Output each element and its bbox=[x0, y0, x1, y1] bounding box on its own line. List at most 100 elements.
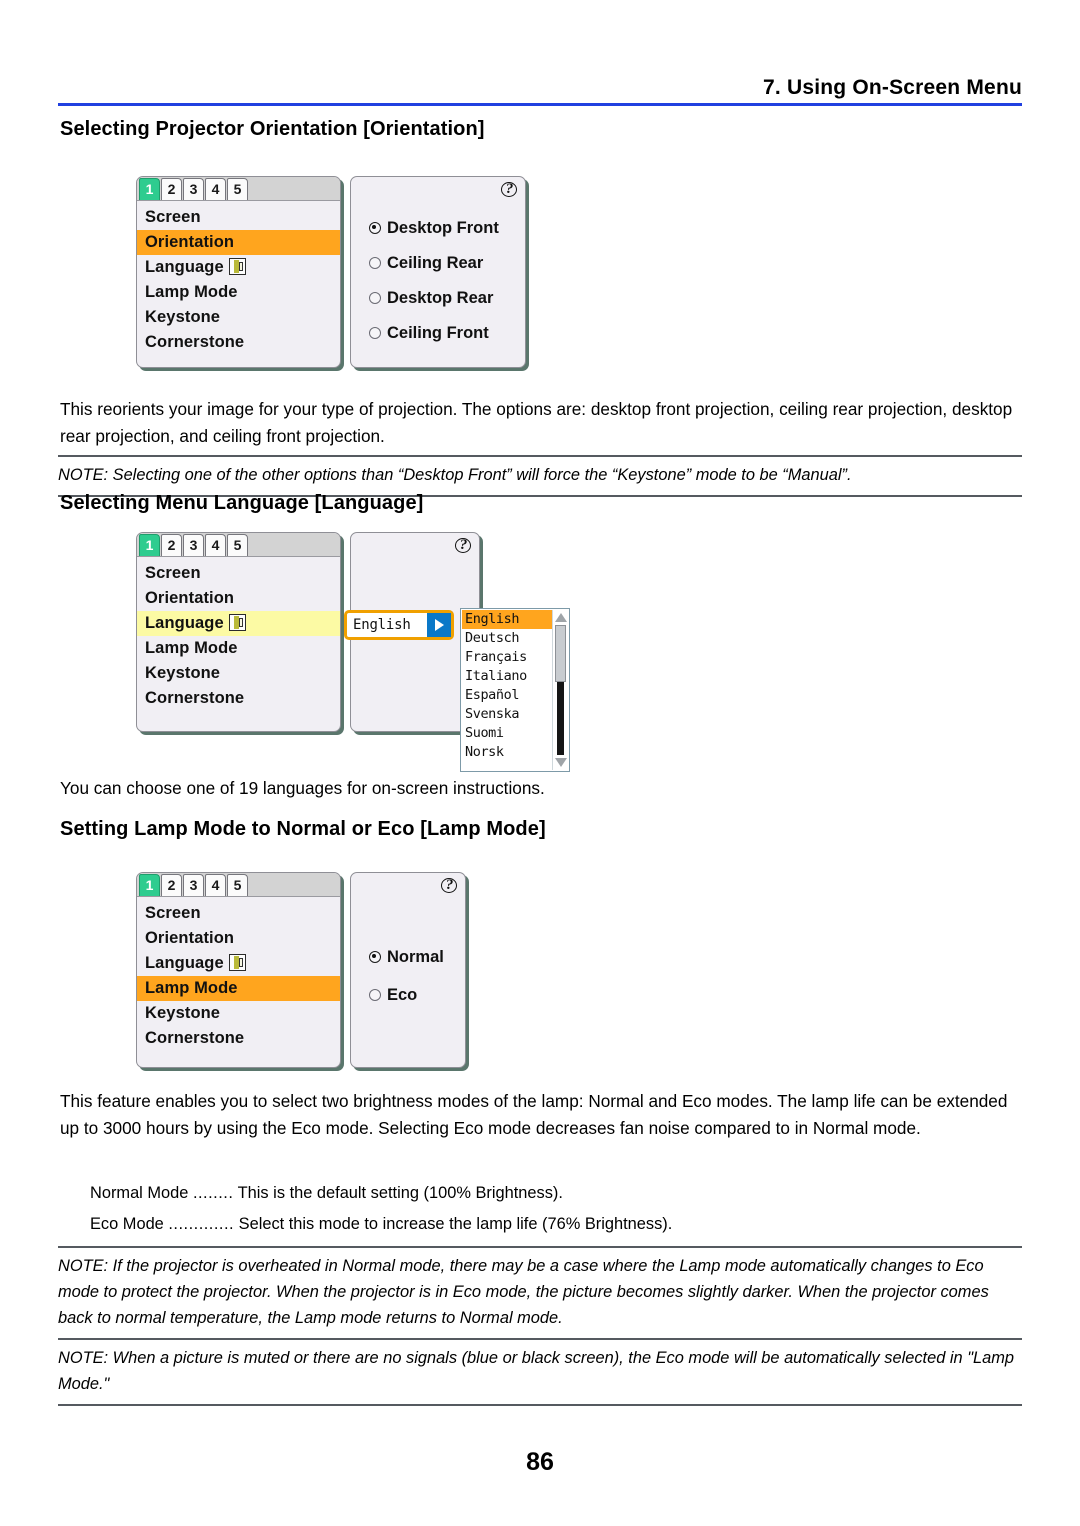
lamp-mode-dots-eco: ............. bbox=[168, 1215, 235, 1233]
osd-menu-item-screen[interactable]: Screen bbox=[137, 205, 340, 230]
help-icon[interactable]: ? bbox=[455, 537, 472, 554]
note-orientation: NOTE: Selecting one of the other options… bbox=[58, 455, 1022, 497]
paragraph-lamp-mode: This feature enables you to select two b… bbox=[60, 1091, 1008, 1138]
help-icon[interactable]: ? bbox=[501, 181, 518, 198]
language-option-english[interactable]: English bbox=[462, 610, 552, 629]
scrollbar-thumb[interactable] bbox=[555, 625, 566, 682]
osd-tab-3[interactable]: 3 bbox=[183, 874, 204, 896]
radio-label-ceiling-rear: Ceiling Rear bbox=[387, 254, 484, 272]
scroll-up-arrow-icon[interactable] bbox=[554, 611, 567, 624]
radio-option-eco[interactable]: Eco bbox=[369, 986, 417, 1004]
osd-menu-list-language: Screen Orientation Language Lamp Mode Ke… bbox=[137, 557, 340, 717]
language-combo-box[interactable]: English bbox=[344, 610, 454, 640]
section-heading-lamp-mode: Setting Lamp Mode to Normal or Eco [Lamp… bbox=[60, 818, 546, 840]
osd-tab-2[interactable]: 2 bbox=[161, 534, 182, 556]
osd-tabstrip-language: 1 2 3 4 5 bbox=[137, 533, 340, 557]
radio-icon-ceiling-rear bbox=[369, 257, 381, 269]
osd-options-panel-lamp: ? Normal Eco bbox=[350, 872, 466, 1068]
osd-menu-item-cornerstone[interactable]: Cornerstone bbox=[137, 686, 340, 711]
osd-menu-panel: 1 2 3 4 5 Screen Orientation Language La… bbox=[136, 176, 341, 368]
radio-option-ceiling-front[interactable]: Ceiling Front bbox=[369, 324, 489, 342]
lamp-mode-definition-list: Normal Mode ........ This is the default… bbox=[90, 1178, 990, 1240]
osd-menu-list: Screen Orientation Language Lamp Mode Ke… bbox=[137, 201, 340, 361]
osd-tabstrip-lamp: 1 2 3 4 5 bbox=[137, 873, 340, 897]
section-heading-language: Selecting Menu Language [Language] bbox=[60, 492, 424, 514]
manual-page: 7. Using On-Screen Menu Selecting Projec… bbox=[0, 0, 1080, 1526]
radio-icon-desktop-rear bbox=[369, 292, 381, 304]
radio-option-normal[interactable]: Normal bbox=[369, 948, 444, 966]
combo-arrow-right-icon[interactable] bbox=[427, 613, 451, 637]
language-option-suomi[interactable]: Suomi bbox=[462, 724, 552, 743]
osd-widget-lamp-mode: 1 2 3 4 5 Screen Orientation Language La… bbox=[136, 872, 466, 1068]
osd-tab-2[interactable]: 2 bbox=[161, 874, 182, 896]
radio-label-desktop-rear: Desktop Rear bbox=[387, 289, 494, 307]
language-option-norsk[interactable]: Norsk bbox=[462, 743, 552, 762]
language-dropdown-list[interactable]: English Deutsch Français Italiano Españo… bbox=[460, 608, 570, 772]
lamp-mode-desc-eco: Select this mode to increase the lamp li… bbox=[238, 1215, 673, 1233]
radio-option-desktop-front[interactable]: Desktop Front bbox=[369, 219, 499, 237]
osd-tab-4[interactable]: 4 bbox=[205, 534, 226, 556]
osd-menu-item-keystone[interactable]: Keystone bbox=[137, 1001, 340, 1026]
osd-tab-1[interactable]: 1 bbox=[139, 178, 160, 200]
help-icon-glyph: ? bbox=[505, 181, 514, 197]
radio-label-eco: Eco bbox=[387, 986, 418, 1004]
scroll-down-arrow-icon[interactable] bbox=[554, 756, 567, 769]
radio-option-ceiling-rear[interactable]: Ceiling Rear bbox=[369, 254, 483, 272]
osd-options-panel-orientation: ? Desktop Front Ceiling Rear Desktop Rea… bbox=[350, 176, 526, 368]
osd-tab-2[interactable]: 2 bbox=[161, 178, 182, 200]
language-list-scrollbar[interactable] bbox=[552, 610, 568, 770]
radio-icon-desktop-front bbox=[369, 222, 381, 234]
language-option-espanol[interactable]: Español bbox=[462, 686, 552, 705]
language-flag-icon bbox=[228, 258, 246, 275]
header-title: 7. Using On-Screen Menu bbox=[763, 76, 1022, 99]
section-heading-orientation: Selecting Projector Orientation [Orienta… bbox=[60, 118, 485, 140]
osd-menu-item-language-label: Language bbox=[145, 954, 224, 972]
radio-label-desktop-front: Desktop Front bbox=[387, 219, 499, 237]
language-option-deutsch[interactable]: Deutsch bbox=[462, 629, 552, 648]
osd-tab-3[interactable]: 3 bbox=[183, 534, 204, 556]
osd-tab-1[interactable]: 1 bbox=[139, 874, 160, 896]
osd-menu-item-lamp-mode[interactable]: Lamp Mode bbox=[137, 976, 340, 1001]
osd-tab-3[interactable]: 3 bbox=[183, 178, 204, 200]
osd-tab-1[interactable]: 1 bbox=[139, 534, 160, 556]
osd-menu-item-language[interactable]: Language bbox=[137, 255, 340, 280]
osd-menu-item-language[interactable]: Language bbox=[137, 611, 340, 636]
osd-menu-panel-language: 1 2 3 4 5 Screen Orientation Language La… bbox=[136, 532, 341, 732]
help-icon-glyph: ? bbox=[445, 877, 454, 893]
lamp-mode-dots-normal: ........ bbox=[192, 1184, 234, 1202]
radio-option-desktop-rear[interactable]: Desktop Rear bbox=[369, 289, 493, 307]
language-option-italiano[interactable]: Italiano bbox=[462, 667, 552, 686]
osd-menu-item-screen[interactable]: Screen bbox=[137, 561, 340, 586]
language-dropdown-items: English Deutsch Français Italiano Españo… bbox=[462, 610, 552, 770]
osd-menu-item-cornerstone[interactable]: Cornerstone bbox=[137, 330, 340, 355]
osd-menu-item-screen[interactable]: Screen bbox=[137, 901, 340, 926]
paragraph-orientation: This reorients your image for your type … bbox=[60, 399, 1013, 446]
osd-menu-item-keystone[interactable]: Keystone bbox=[137, 661, 340, 686]
osd-tab-5[interactable]: 5 bbox=[227, 534, 248, 556]
lamp-mode-label-eco: Eco Mode bbox=[90, 1215, 164, 1233]
osd-tab-4[interactable]: 4 bbox=[205, 178, 226, 200]
radio-icon-normal bbox=[369, 951, 381, 963]
osd-menu-item-language[interactable]: Language bbox=[137, 951, 340, 976]
osd-menu-item-language-label: Language bbox=[145, 614, 224, 632]
osd-menu-item-cornerstone[interactable]: Cornerstone bbox=[137, 1026, 340, 1051]
language-option-svenska[interactable]: Svenska bbox=[462, 705, 552, 724]
help-icon[interactable]: ? bbox=[441, 877, 458, 894]
osd-menu-item-orientation[interactable]: Orientation bbox=[137, 586, 340, 611]
lamp-mode-desc-normal: This is the default setting (100% Bright… bbox=[237, 1184, 563, 1202]
language-flag-icon bbox=[228, 614, 246, 631]
radio-icon-ceiling-front bbox=[369, 327, 381, 339]
osd-tab-5[interactable]: 5 bbox=[227, 178, 248, 200]
osd-menu-item-orientation[interactable]: Orientation bbox=[137, 926, 340, 951]
osd-tab-4[interactable]: 4 bbox=[205, 874, 226, 896]
osd-menu-item-lamp-mode[interactable]: Lamp Mode bbox=[137, 636, 340, 661]
osd-menu-item-lamp-mode[interactable]: Lamp Mode bbox=[137, 280, 340, 305]
page-header: 7. Using On-Screen Menu bbox=[58, 72, 1022, 106]
language-option-francais[interactable]: Français bbox=[462, 648, 552, 667]
paragraph-language: You can choose one of 19 languages for o… bbox=[60, 778, 545, 798]
osd-menu-item-orientation[interactable]: Orientation bbox=[137, 230, 340, 255]
osd-menu-item-keystone[interactable]: Keystone bbox=[137, 305, 340, 330]
osd-tab-5[interactable]: 5 bbox=[227, 874, 248, 896]
osd-menu-panel-lamp: 1 2 3 4 5 Screen Orientation Language La… bbox=[136, 872, 341, 1068]
header-rule bbox=[58, 103, 1022, 106]
